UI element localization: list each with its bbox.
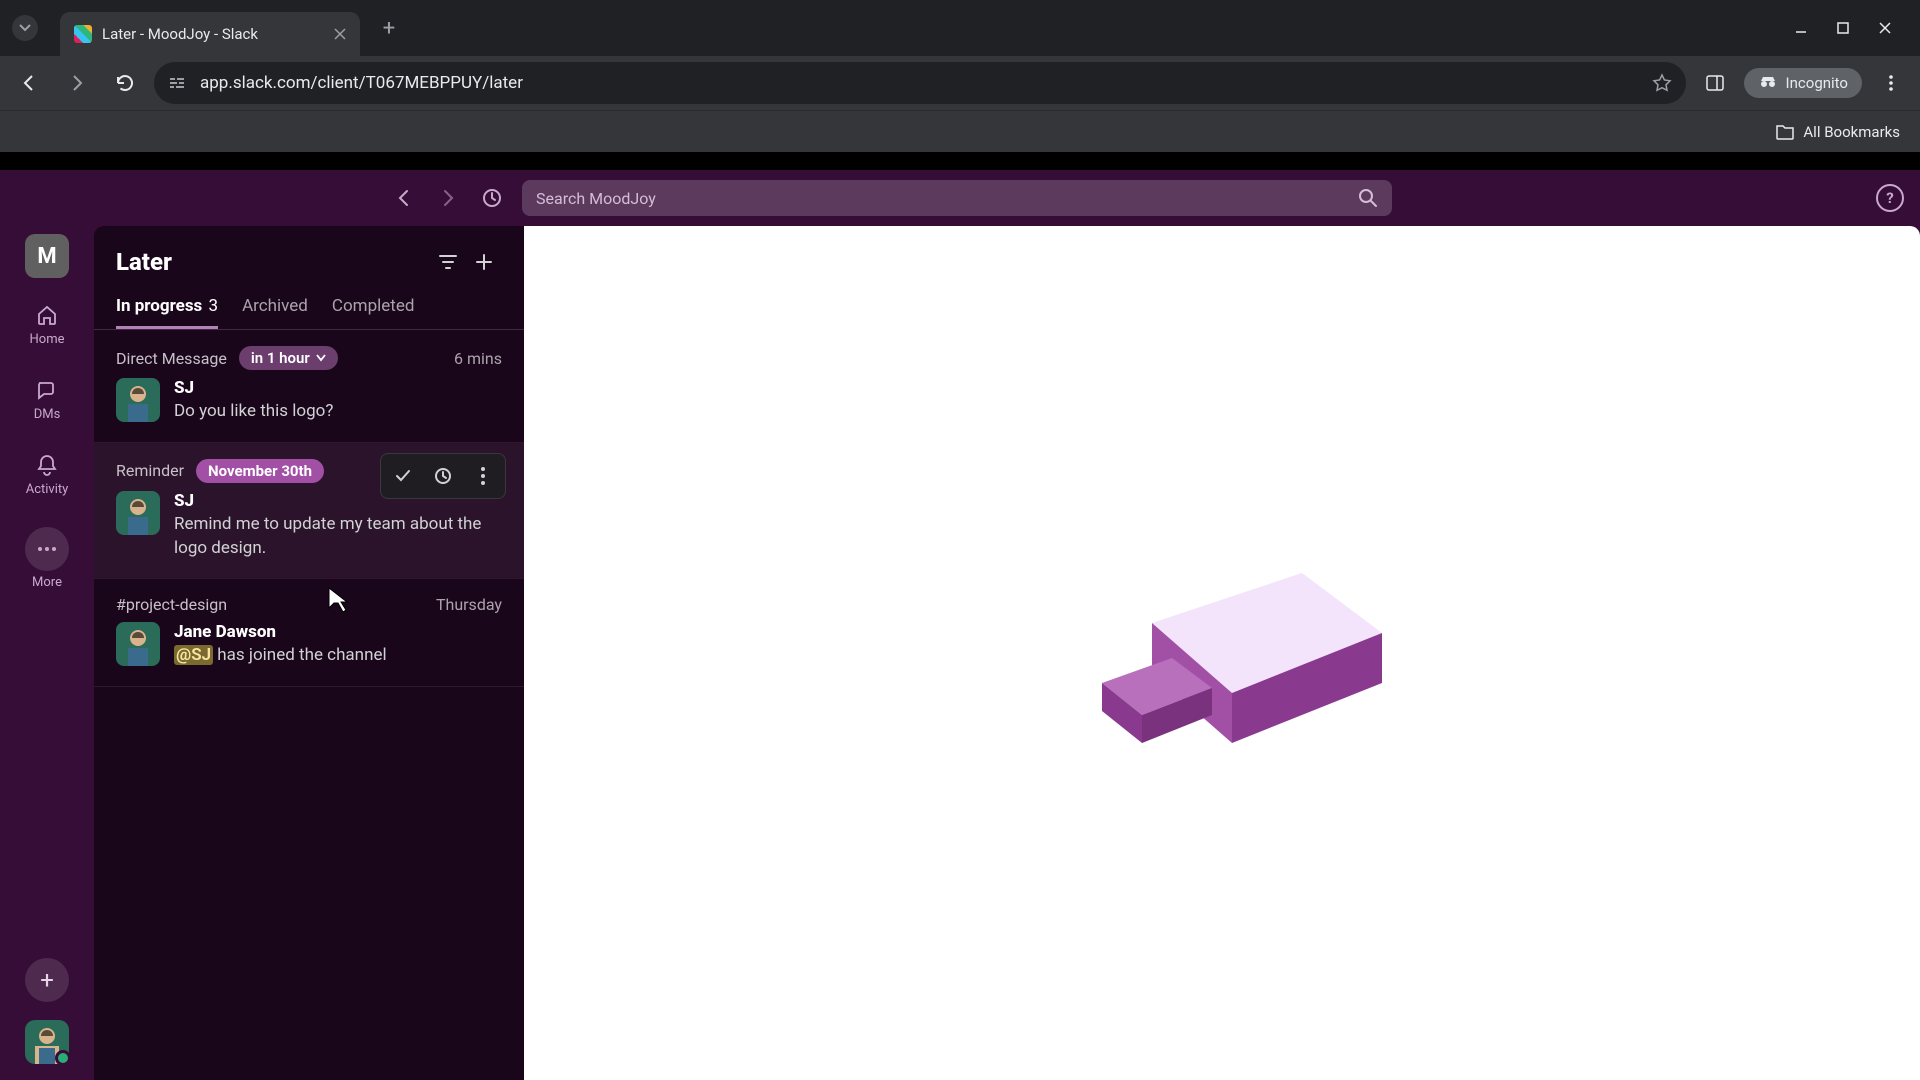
item-context: Reminder <box>116 461 184 480</box>
item-hover-toolbar <box>380 453 506 499</box>
chevron-down-icon <box>316 354 326 362</box>
mention[interactable]: @SJ <box>174 645 213 665</box>
address-bar[interactable]: app.slack.com/client/T067MEBPPUY/later <box>154 62 1686 104</box>
author: Jane Dawson <box>174 622 502 642</box>
search-bar[interactable] <box>522 180 1392 216</box>
chrome-menu-button[interactable] <box>1872 64 1910 102</box>
tab-in-progress[interactable]: In progress 3 <box>116 296 218 329</box>
all-bookmarks-button[interactable]: All Bookmarks <box>1803 123 1900 141</box>
page-title: Later <box>116 248 430 276</box>
history-back-button[interactable] <box>386 180 422 216</box>
presence-indicator <box>55 1050 71 1066</box>
bookmark-star-icon[interactable] <box>1652 73 1672 93</box>
bookmark-illustration <box>1042 513 1402 793</box>
complete-button[interactable] <box>383 456 423 496</box>
avatar <box>116 491 160 535</box>
tab-search-dropdown[interactable] <box>12 15 38 41</box>
browser-back-button[interactable] <box>10 64 48 102</box>
item-context: Direct Message <box>116 349 227 368</box>
add-button[interactable] <box>466 244 502 280</box>
dms-icon <box>34 377 60 403</box>
search-icon <box>1358 188 1378 208</box>
side-panel-button[interactable] <box>1696 64 1734 102</box>
activity-icon <box>34 452 60 478</box>
tab-archived[interactable]: Archived <box>242 296 308 329</box>
later-item[interactable]: #project-design Thursday Jane Dawson @SJ… <box>94 579 524 687</box>
due-pill[interactable]: in 1 hour <box>239 346 338 370</box>
later-item[interactable]: Direct Message in 1 hour 6 mins SJ Do yo… <box>94 330 524 443</box>
window-close-button[interactable] <box>1878 21 1892 35</box>
history-forward-button[interactable] <box>430 180 466 216</box>
bookmarks-folder-icon <box>1775 123 1795 141</box>
rail-add-button[interactable]: + <box>25 958 69 1002</box>
home-icon <box>34 302 60 328</box>
slack-favicon <box>74 25 92 43</box>
tab-completed[interactable]: Completed <box>332 296 415 329</box>
message-text: @SJ has joined the channel <box>174 644 502 668</box>
site-settings-icon[interactable] <box>168 74 186 92</box>
rail-home[interactable]: Home <box>24 296 71 353</box>
later-item[interactable]: Reminder November 30th w SJ Remind me t <box>94 443 524 580</box>
message-text: Do you like this logo? <box>174 400 502 424</box>
item-context: #project-design <box>116 595 227 614</box>
main-empty-state <box>524 226 1920 1080</box>
tab-title: Later - MoodJoy - Slack <box>102 25 324 43</box>
timestamp: 6 mins <box>454 349 502 368</box>
browser-forward-button[interactable] <box>58 64 96 102</box>
due-pill[interactable]: November 30th <box>196 459 324 483</box>
more-icon <box>25 527 69 571</box>
avatar <box>116 622 160 666</box>
url-text: app.slack.com/client/T067MEBPPUY/later <box>200 73 1638 93</box>
timestamp: Thursday <box>436 595 502 614</box>
history-clock-button[interactable] <box>474 180 510 216</box>
item-more-button[interactable] <box>463 456 503 496</box>
browser-tab[interactable]: Later - MoodJoy - Slack <box>60 12 360 56</box>
rail-activity[interactable]: Activity <box>20 446 75 503</box>
rail-more[interactable]: More <box>19 521 75 596</box>
new-tab-button[interactable]: + <box>372 11 406 45</box>
window-minimize-button[interactable] <box>1794 21 1808 35</box>
rail-dms[interactable]: DMs <box>28 371 67 428</box>
user-avatar[interactable] <box>25 1020 69 1064</box>
reschedule-button[interactable] <box>423 456 463 496</box>
window-maximize-button[interactable] <box>1836 21 1850 35</box>
search-input[interactable] <box>536 189 1358 208</box>
incognito-icon <box>1758 76 1778 90</box>
avatar <box>116 378 160 422</box>
help-button[interactable]: ? <box>1876 184 1904 212</box>
incognito-indicator[interactable]: Incognito <box>1744 68 1862 98</box>
workspace-switcher[interactable]: M <box>25 234 69 278</box>
browser-refresh-button[interactable] <box>106 64 144 102</box>
tab-close-icon[interactable] <box>334 28 346 40</box>
author: SJ <box>174 378 502 398</box>
message-text: Remind me to update my team about the lo… <box>174 513 502 561</box>
filter-button[interactable] <box>430 244 466 280</box>
